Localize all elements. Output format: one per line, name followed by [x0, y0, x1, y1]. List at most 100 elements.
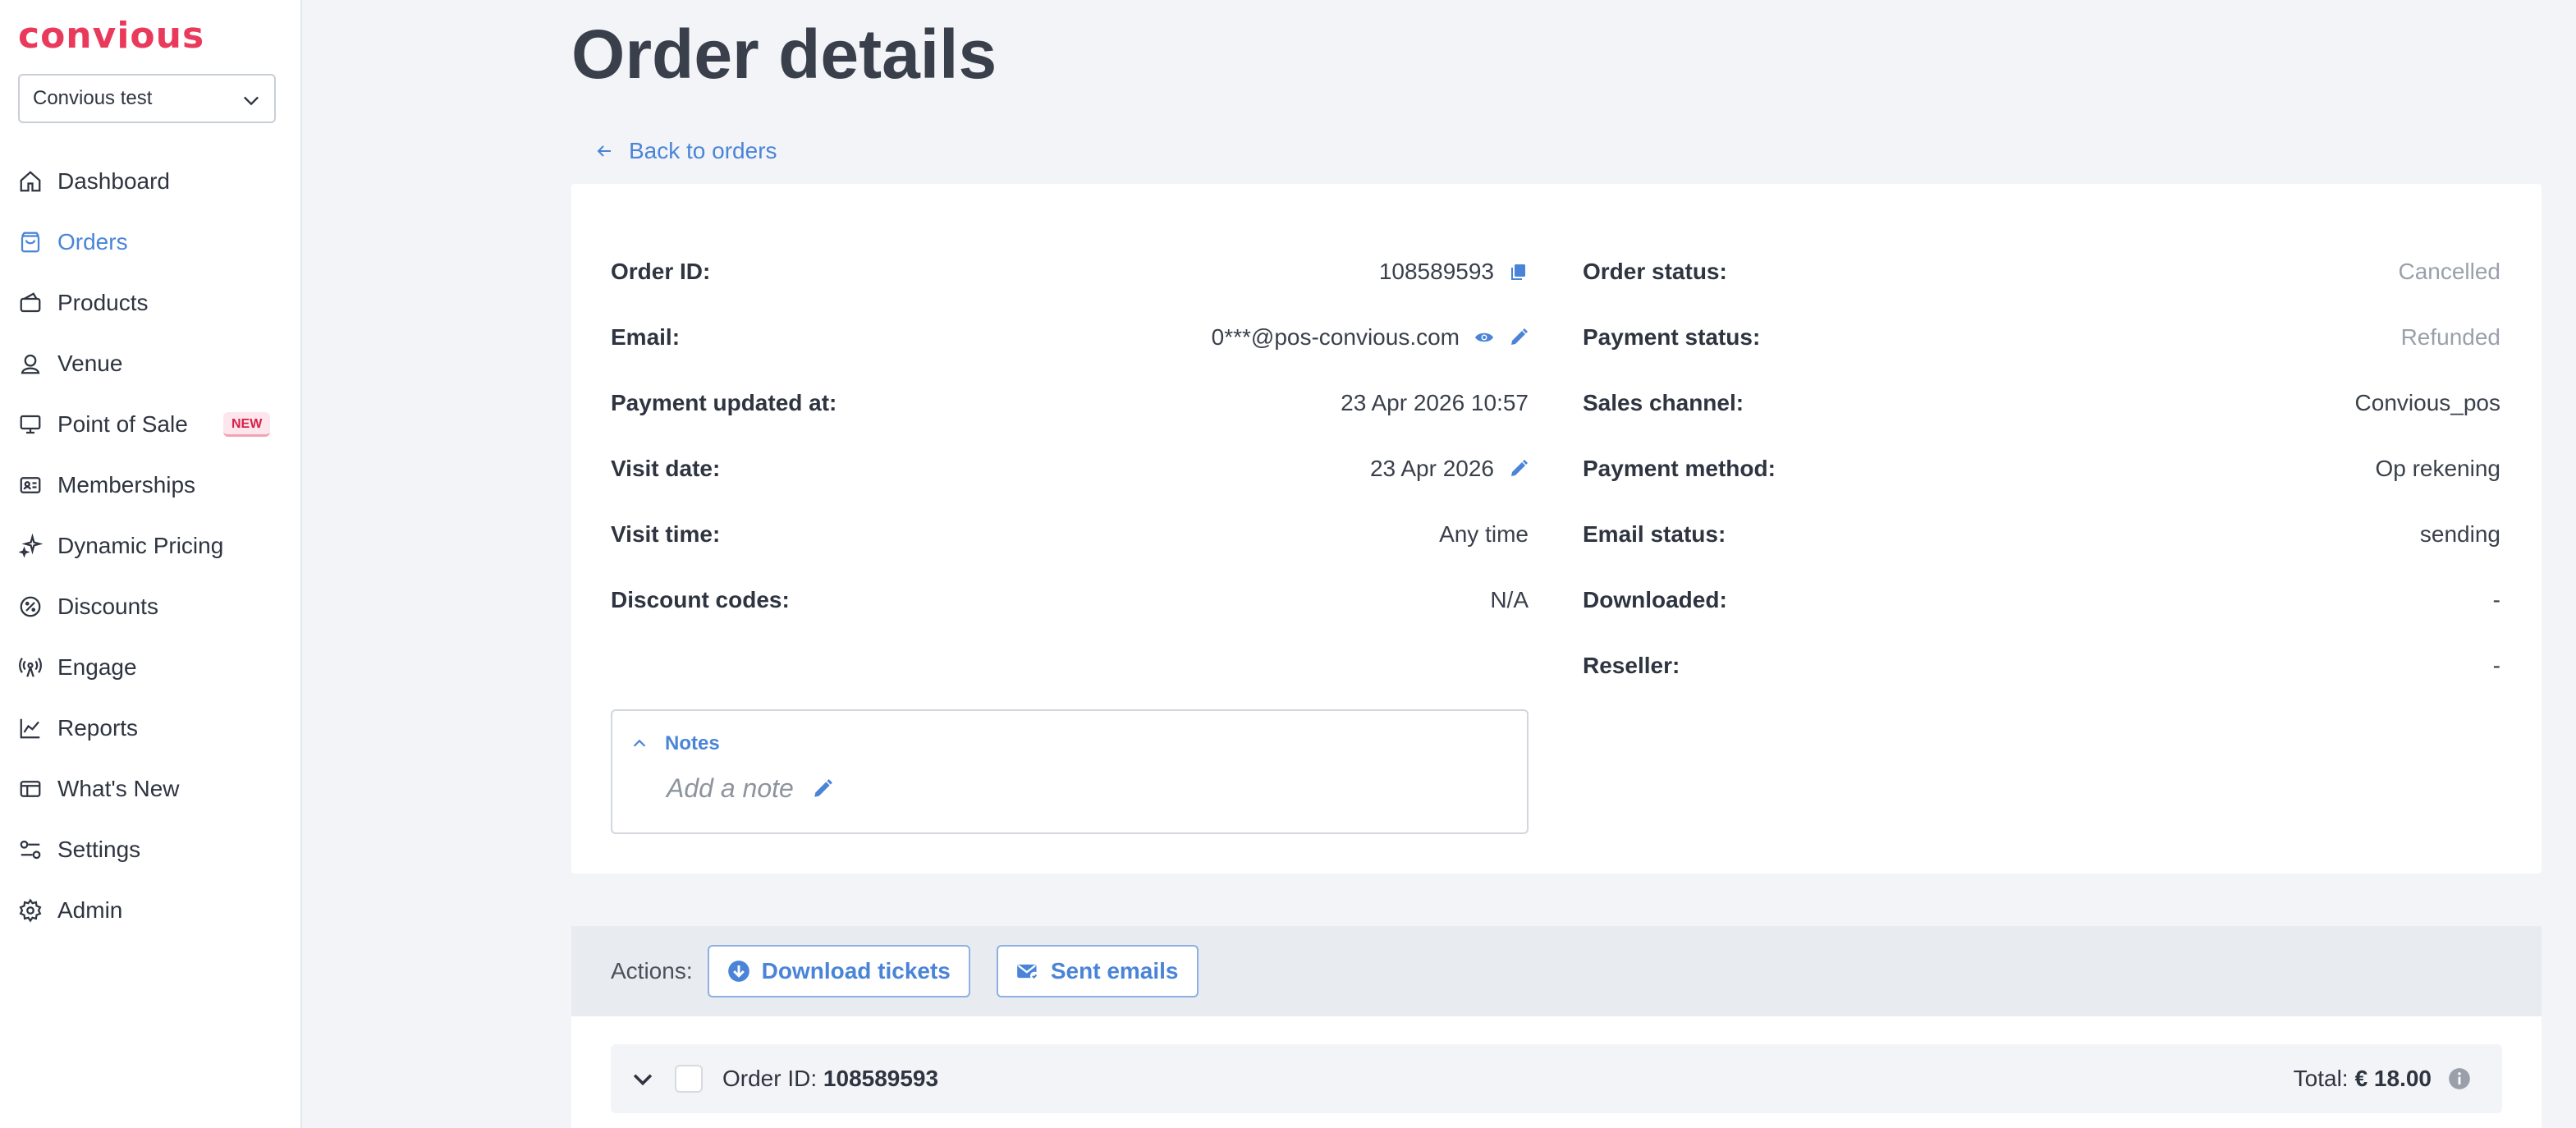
envelope-check-icon	[1017, 964, 1039, 981]
sidebar-nav: Dashboard Orders Products Venue Point of…	[0, 151, 300, 941]
location-icon	[18, 351, 43, 376]
order-items-section: Order ID: 108589593 Total: € 18.00	[571, 1016, 2542, 1128]
account-select[interactable]: Convious test	[18, 74, 276, 123]
sidebar-item-admin[interactable]: Admin	[0, 880, 300, 941]
discount-icon	[18, 594, 43, 619]
sidebar-item-label: Point of Sale	[57, 411, 188, 437]
pencil-icon[interactable]	[1509, 328, 1529, 347]
field-order-status: Order status: Cancelled	[1583, 255, 2500, 288]
field-label: Payment status:	[1583, 324, 1761, 350]
sidebar: convious Convious test Dashboard Orders …	[0, 0, 302, 1128]
sidebar-item-products[interactable]: Products	[0, 273, 300, 333]
chevron-down-icon	[244, 96, 259, 106]
add-note-field[interactable]: Add a note	[667, 773, 833, 804]
brand-logo[interactable]: convious	[18, 15, 204, 57]
row-order-id-value: 108589593	[823, 1066, 939, 1091]
bag-icon	[18, 230, 43, 254]
new-badge: NEW	[223, 412, 271, 437]
field-value: Any time	[1439, 521, 1529, 547]
sidebar-item-dynamic-pricing[interactable]: Dynamic Pricing	[0, 516, 300, 576]
sidebar-item-dashboard[interactable]: Dashboard	[0, 151, 300, 212]
email-value: 0***@pos-convious.com	[1211, 324, 1460, 350]
field-payment-status: Payment status: Refunded	[1583, 321, 2500, 354]
copy-icon[interactable]	[1509, 262, 1529, 282]
actions-label: Actions:	[611, 958, 693, 984]
field-label: Discount codes:	[611, 587, 790, 612]
sidebar-item-settings[interactable]: Settings	[0, 819, 300, 880]
status-badge: Refunded	[2400, 324, 2500, 350]
row-checkbox[interactable]	[675, 1065, 703, 1093]
sidebar-item-orders[interactable]: Orders	[0, 212, 300, 273]
sidebar-item-label: Admin	[57, 897, 123, 923]
sidebar-item-memberships[interactable]: Memberships	[0, 455, 300, 516]
sidebar-item-whats-new[interactable]: What's New	[0, 759, 300, 819]
pencil-icon[interactable]	[1509, 459, 1529, 479]
sidebar-item-label: Memberships	[57, 472, 196, 498]
row-total-value: € 18.00	[2354, 1066, 2432, 1091]
download-icon	[727, 961, 749, 982]
back-to-orders-link[interactable]: Back to orders	[594, 135, 777, 167]
order-details-card: Order ID: 108589593 Email: 0***@pos-conv…	[571, 184, 2542, 874]
field-email: Email: 0***@pos-convious.com	[611, 321, 1529, 354]
table-row: Order ID: 108589593 Total: € 18.00	[611, 1044, 2502, 1113]
field-label: Sales channel:	[1583, 390, 1744, 415]
account-select-value: Convious test	[33, 87, 153, 109]
sidebar-item-venue[interactable]: Venue	[0, 333, 300, 394]
download-tickets-button[interactable]: Download tickets	[707, 945, 970, 997]
ticket-icon	[18, 291, 43, 315]
gear-icon	[18, 898, 43, 923]
field-label: Payment method:	[1583, 456, 1776, 481]
field-label: Downloaded:	[1583, 587, 1727, 612]
field-reseller: Reseller: -	[1583, 649, 2500, 682]
field-value: 23 Apr 2026 10:57	[1341, 390, 1529, 415]
sent-emails-button[interactable]: Sent emails	[996, 945, 1199, 997]
field-visit-date: Visit date: 23 Apr 2026	[611, 452, 1529, 485]
back-link-label: Back to orders	[629, 138, 777, 163]
field-value: 0***@pos-convious.com	[1212, 324, 1529, 351]
sidebar-item-label: Orders	[57, 229, 128, 254]
field-label: Email status:	[1583, 521, 1726, 547]
visit-date-value: 23 Apr 2026	[1369, 456, 1494, 481]
field-label: Reseller:	[1583, 653, 1680, 678]
sidebar-item-engage[interactable]: Engage	[0, 637, 300, 698]
arrow-left-icon	[597, 145, 611, 157]
sidebar-item-label: Products	[57, 290, 149, 315]
row-total: Total: € 18.00	[2294, 1044, 2471, 1113]
field-downloaded: Downloaded: -	[1583, 584, 2500, 617]
notes-panel: Notes Add a note	[611, 709, 1529, 834]
sent-emails-label: Sent emails	[1050, 958, 1179, 984]
sidebar-item-label: Settings	[57, 837, 141, 862]
field-discount-codes: Discount codes: N/A	[611, 584, 1529, 617]
download-tickets-label: Download tickets	[761, 958, 951, 984]
news-icon	[18, 777, 43, 801]
field-value: Convious_pos	[2354, 390, 2500, 415]
notes-toggle[interactable]: Notes	[630, 732, 720, 755]
sliders-icon	[18, 837, 43, 862]
sidebar-item-label: Engage	[57, 654, 137, 680]
field-label: Order ID:	[611, 259, 711, 284]
home-icon	[18, 169, 43, 194]
field-label: Visit time:	[611, 521, 721, 547]
sidebar-item-label: Discounts	[57, 594, 158, 619]
field-payment-method: Payment method: Op rekening	[1583, 452, 2500, 485]
row-order-id: Order ID: 108589593	[722, 1066, 938, 1092]
pencil-icon[interactable]	[812, 778, 833, 800]
sidebar-item-reports[interactable]: Reports	[0, 698, 300, 759]
info-icon[interactable]	[2448, 1067, 2471, 1090]
field-value: -	[2492, 653, 2500, 678]
notes-title: Notes	[665, 732, 720, 754]
sidebar-item-point-of-sale[interactable]: Point of Sale NEW	[0, 394, 300, 455]
broadcast-icon	[18, 655, 43, 680]
field-label: Order status:	[1583, 259, 1727, 284]
chevron-down-icon[interactable]	[629, 1065, 657, 1093]
field-order-id: Order ID: 108589593	[611, 255, 1529, 288]
field-label: Visit date:	[611, 456, 721, 481]
status-badge: Cancelled	[2398, 259, 2500, 284]
field-value: Op rekening	[2375, 456, 2500, 481]
sidebar-item-discounts[interactable]: Discounts	[0, 576, 300, 637]
page-title: Order details	[571, 16, 997, 93]
sidebar-item-label: What's New	[57, 776, 180, 801]
eye-icon[interactable]	[1474, 328, 1494, 347]
field-value: -	[2492, 587, 2500, 612]
actions-bar: Actions: Download tickets Sent emails	[571, 926, 2542, 1016]
